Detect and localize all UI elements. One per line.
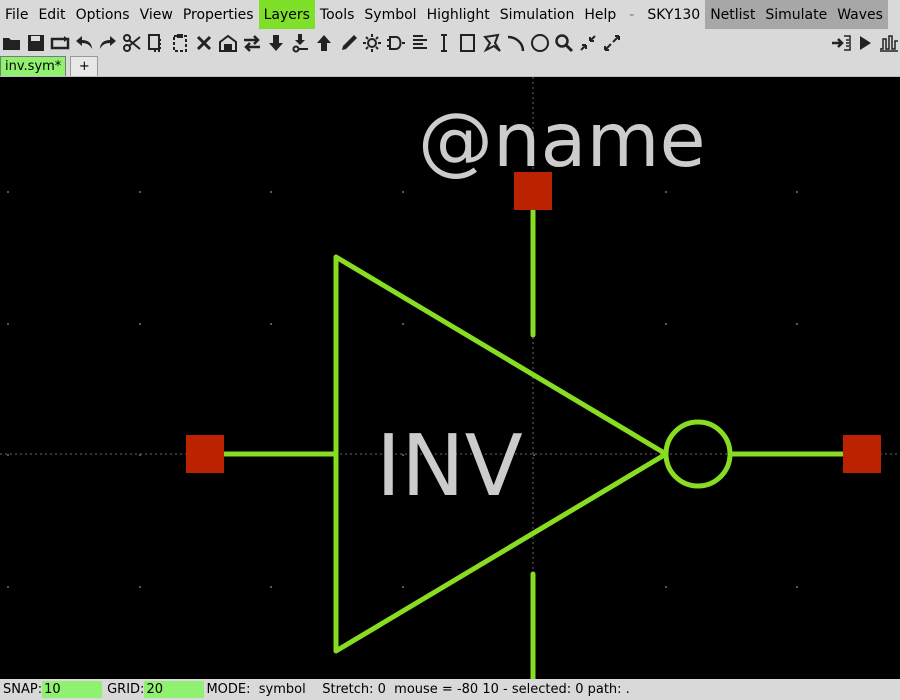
menu-simulation[interactable]: Simulation xyxy=(495,0,580,29)
zoom-in-icon[interactable] xyxy=(576,31,599,54)
toolbar xyxy=(0,29,900,56)
snap-label: SNAP: xyxy=(3,682,43,697)
pencil-icon[interactable] xyxy=(336,31,359,54)
open-folder-icon[interactable] xyxy=(0,31,23,54)
symbol-label[interactable]: INV xyxy=(376,417,523,516)
netlist-button[interactable]: Netlist xyxy=(705,0,761,29)
status-text: MODE: symbol Stretch: 0 mouse = -80 10 -… xyxy=(206,682,630,697)
push-down-icon[interactable] xyxy=(264,31,287,54)
snap-field[interactable]: 10 xyxy=(42,681,103,698)
menu-pdk[interactable]: SKY130 xyxy=(642,0,705,29)
circle-icon[interactable] xyxy=(528,31,551,54)
schematic-canvas[interactable]: @name INV xyxy=(0,77,900,679)
menu-options[interactable]: Options xyxy=(71,0,135,29)
delete-icon[interactable] xyxy=(192,31,215,54)
netlist-arrow-icon[interactable] xyxy=(829,31,852,54)
menu-properties[interactable]: Properties xyxy=(178,0,259,29)
menu-file[interactable]: File xyxy=(0,0,33,29)
status-bar: SNAP: 10 GRID: 20 MODE: symbol Stretch: … xyxy=(0,679,900,700)
grid-dot xyxy=(270,191,272,193)
copy-icon[interactable] xyxy=(144,31,167,54)
grid-dot xyxy=(665,323,667,325)
simulate-button[interactable]: Simulate xyxy=(760,0,833,29)
grid-dot xyxy=(7,454,9,456)
grid-dot xyxy=(7,323,9,325)
pin-input[interactable] xyxy=(186,435,224,473)
grid-dot xyxy=(270,323,272,325)
grid-dot xyxy=(796,323,798,325)
gate-icon[interactable] xyxy=(384,31,407,54)
pop-up-icon[interactable] xyxy=(312,31,335,54)
menu-help[interactable]: Help xyxy=(579,0,621,29)
add-tab-button[interactable]: + xyxy=(70,56,99,76)
push-down-pin-icon[interactable] xyxy=(288,31,311,54)
menu-symbol[interactable]: Symbol xyxy=(359,0,421,29)
undo-icon[interactable] xyxy=(72,31,95,54)
grid-dot xyxy=(796,586,798,588)
grid-dot xyxy=(402,191,404,193)
pin-icon[interactable] xyxy=(432,31,455,54)
grid-dot xyxy=(7,586,9,588)
menu-bar: File Edit Options View Properties Layers… xyxy=(0,0,900,29)
grid-dot xyxy=(665,191,667,193)
grid-dots xyxy=(7,191,798,588)
grid-dot xyxy=(139,586,141,588)
menu-edit[interactable]: Edit xyxy=(33,0,70,29)
polygon-icon[interactable] xyxy=(480,31,503,54)
reload-icon[interactable] xyxy=(48,31,71,54)
arc-icon[interactable] xyxy=(504,31,527,54)
paste-icon[interactable] xyxy=(168,31,191,54)
grid-field[interactable]: 20 xyxy=(144,681,205,698)
waveform-icon[interactable] xyxy=(877,31,900,54)
align-icon[interactable] xyxy=(408,31,431,54)
menu-separator: - xyxy=(629,6,635,23)
grid-dot xyxy=(139,191,141,193)
move-icon[interactable] xyxy=(216,31,239,54)
save-icon[interactable] xyxy=(24,31,47,54)
swap-icon[interactable] xyxy=(240,31,263,54)
play-icon[interactable] xyxy=(853,31,876,54)
menu-layers[interactable]: Layers xyxy=(258,0,315,29)
menu-view[interactable]: View xyxy=(135,0,178,29)
grid-dot xyxy=(139,323,141,325)
grid-dot xyxy=(402,586,404,588)
tab-inv-sym[interactable]: inv.sym* xyxy=(0,56,67,76)
grid-label: GRID: xyxy=(107,682,145,697)
light-icon[interactable] xyxy=(360,31,383,54)
grid-dot xyxy=(533,454,535,456)
cut-icon[interactable] xyxy=(120,31,143,54)
grid-dot xyxy=(270,586,272,588)
inverter-symbol[interactable] xyxy=(202,188,865,679)
zoom-icon[interactable] xyxy=(552,31,575,54)
grid-dot xyxy=(665,586,667,588)
redo-icon[interactable] xyxy=(96,31,119,54)
name-label[interactable]: @name xyxy=(418,96,706,184)
rect-icon[interactable] xyxy=(456,31,479,54)
pin-output[interactable] xyxy=(843,435,881,473)
grid-dot xyxy=(7,191,9,193)
grid-dot xyxy=(402,323,404,325)
menu-highlight[interactable]: Highlight xyxy=(422,0,495,29)
menu-tools[interactable]: Tools xyxy=(315,0,360,29)
tab-bar: inv.sym* + xyxy=(0,56,900,77)
grid-dot xyxy=(796,191,798,193)
zoom-fit-icon[interactable] xyxy=(600,31,623,54)
waves-button[interactable]: Waves xyxy=(832,0,888,29)
